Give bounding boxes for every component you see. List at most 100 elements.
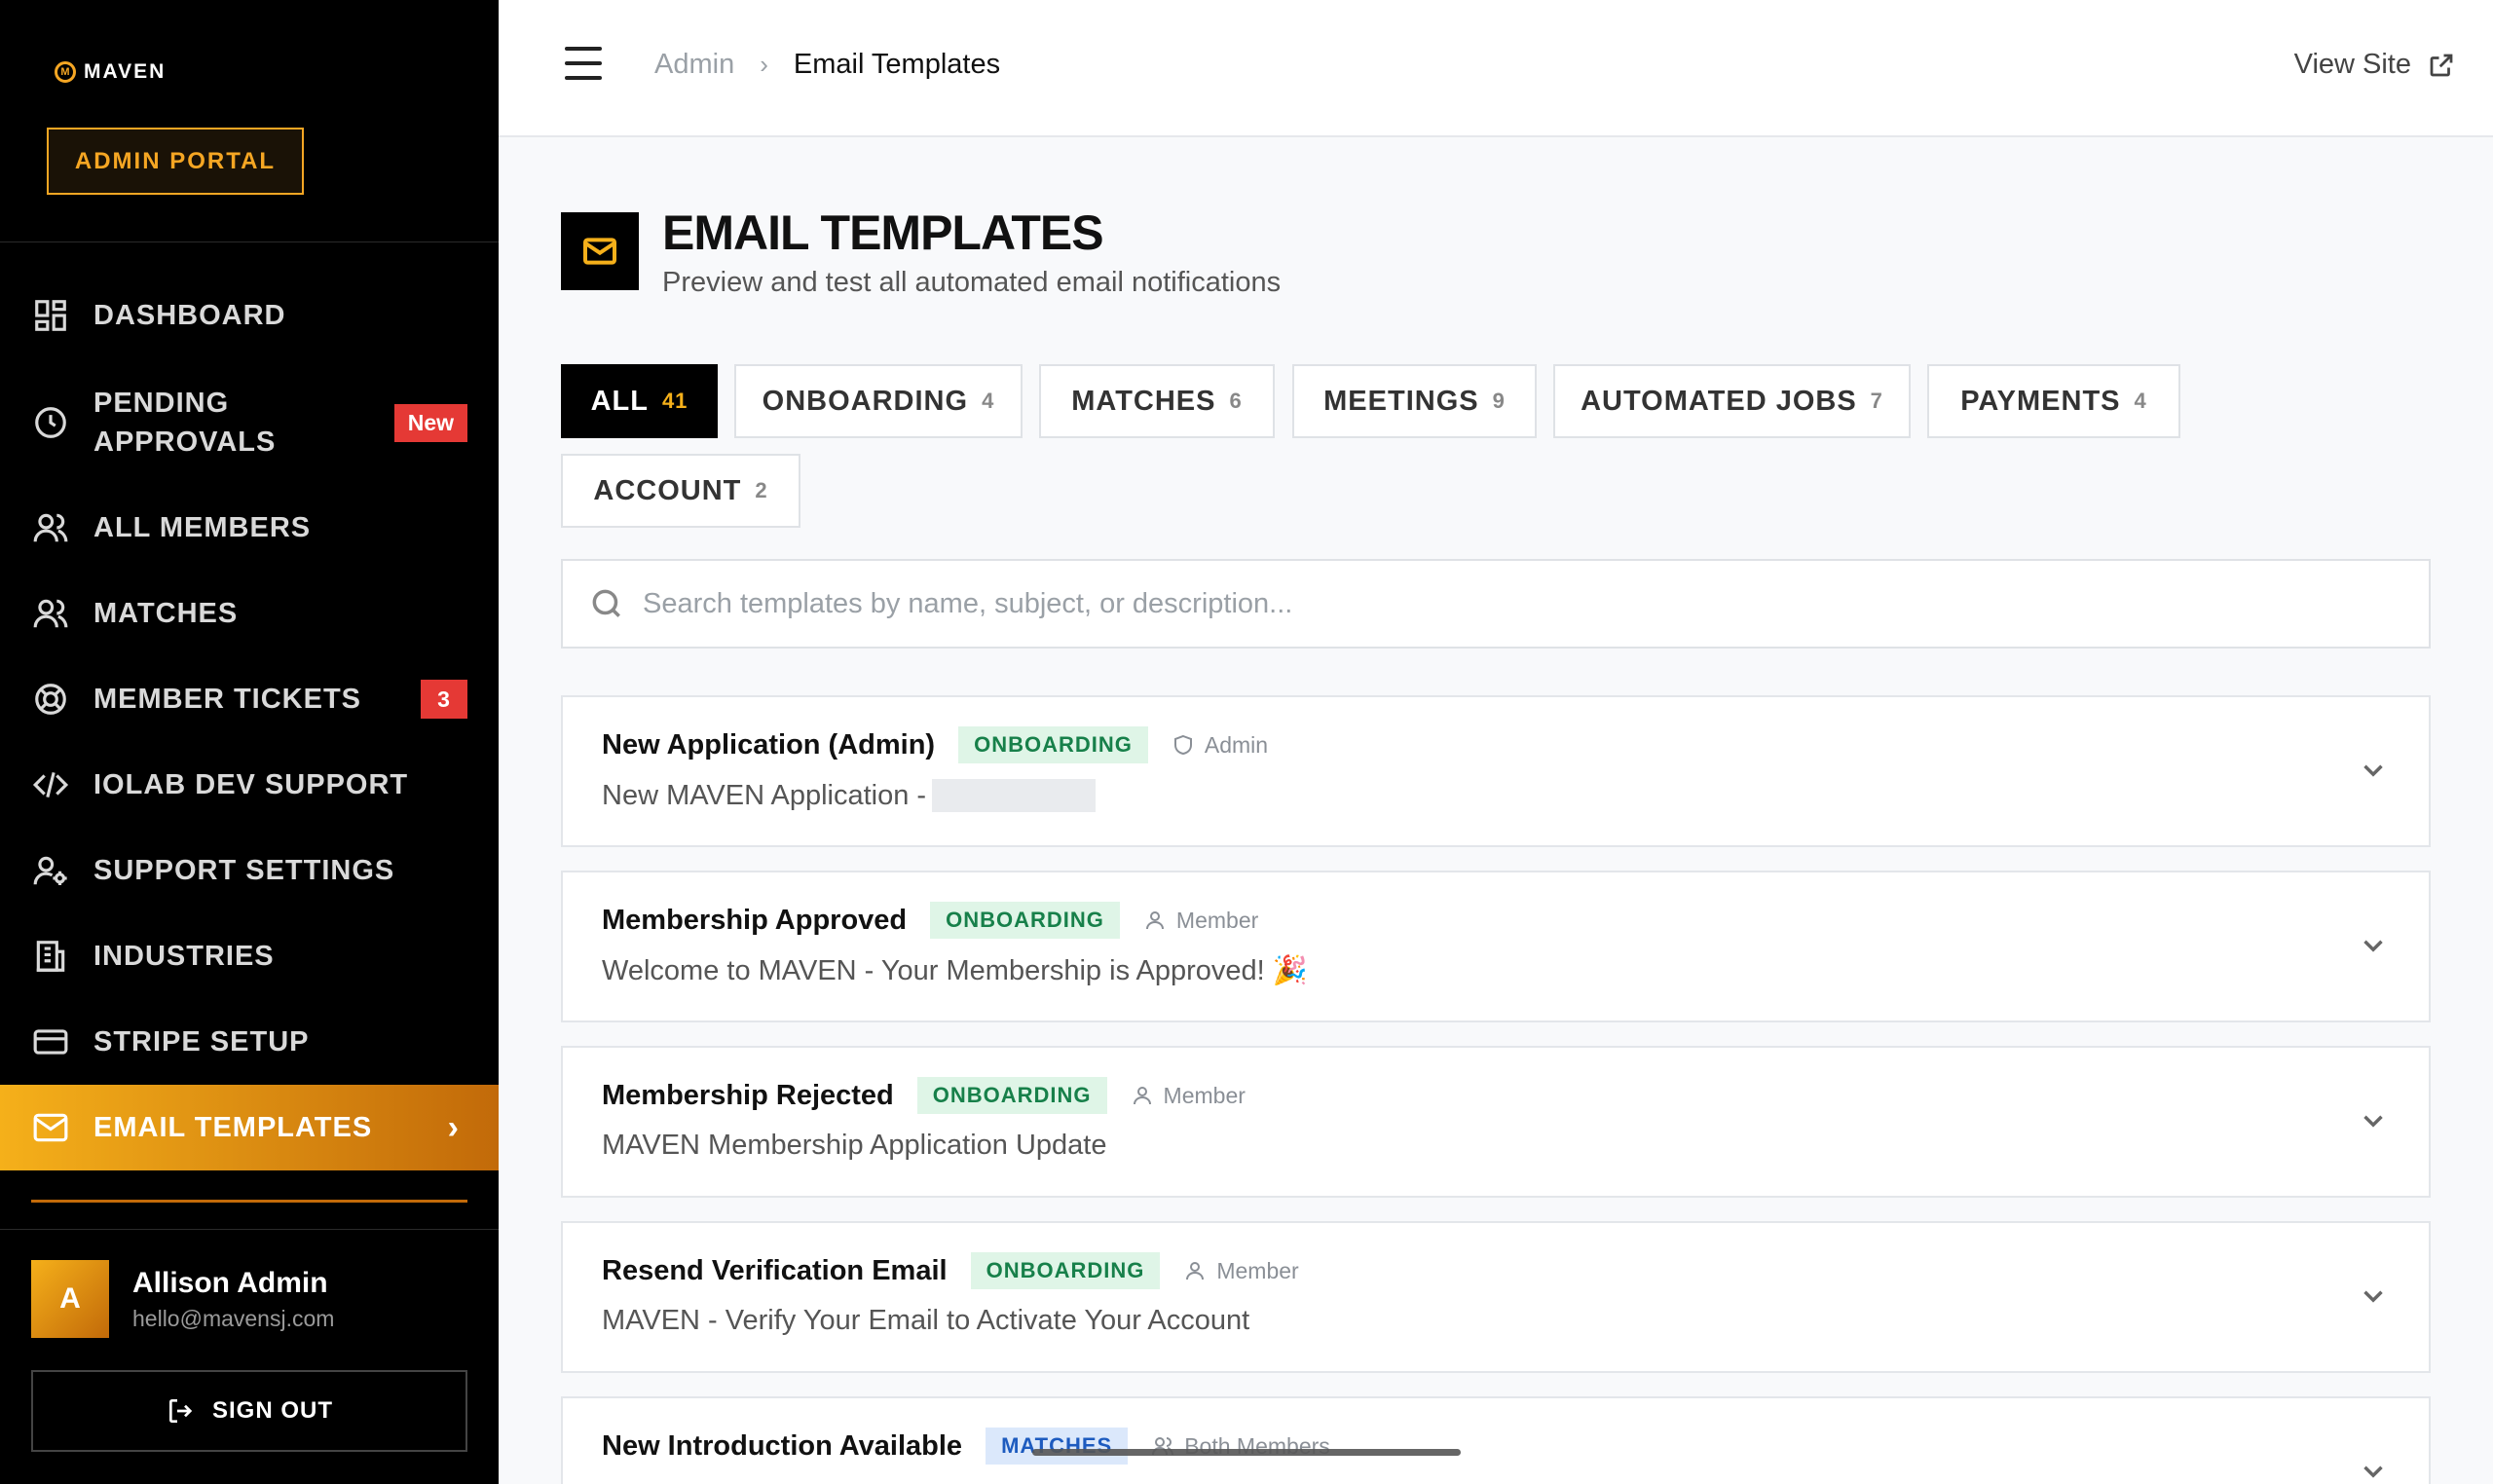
chevron-right-icon: › bbox=[760, 50, 768, 79]
sidebar-item-matches[interactable]: MATCHES bbox=[0, 594, 499, 633]
template-card[interactable]: New Introduction Available MATCHES Both … bbox=[561, 1396, 2431, 1484]
menu-toggle-button[interactable] bbox=[565, 47, 604, 80]
lifebuoy-icon bbox=[31, 680, 70, 719]
audience-label: Admin bbox=[1172, 732, 1268, 759]
redacted-name-placeholder bbox=[932, 779, 1097, 812]
expand-chevron-icon[interactable] bbox=[2357, 1280, 2390, 1313]
audience-label: Member bbox=[1183, 1257, 1299, 1284]
category-badge: ONBOARDING bbox=[958, 726, 1148, 763]
sidebar-item-dashboard[interactable]: DASHBOARD bbox=[0, 296, 499, 335]
search-bar bbox=[561, 559, 2431, 649]
sidebar-item-stripe-setup[interactable]: STRIPE SETUP bbox=[0, 1022, 499, 1061]
page-subtitle: Preview and test all automated email not… bbox=[662, 267, 1282, 298]
sign-out-button[interactable]: SIGN OUT bbox=[31, 1370, 467, 1452]
expand-chevron-icon[interactable] bbox=[2357, 929, 2390, 962]
tab-label: MATCHES bbox=[1071, 385, 1216, 417]
sidebar-divider bbox=[0, 241, 499, 242]
tab-count: 41 bbox=[661, 389, 688, 413]
template-name: New Introduction Available bbox=[602, 1429, 963, 1462]
user-gear-icon bbox=[31, 851, 70, 890]
expand-chevron-icon[interactable] bbox=[2357, 1455, 2390, 1484]
sidebar-item-iolab-dev-support[interactable]: IOLAB DEV SUPPORT bbox=[0, 765, 499, 804]
sidebar-item-email-templates[interactable]: EMAIL TEMPLATES › bbox=[0, 1085, 499, 1170]
audience-label: Member bbox=[1131, 1083, 1246, 1109]
maven-logo-icon: M bbox=[55, 61, 76, 83]
tab-all[interactable]: ALL 41 bbox=[561, 364, 718, 438]
avatar: A bbox=[31, 1260, 109, 1338]
sidebar-item-label: MATCHES bbox=[93, 598, 239, 629]
sidebar-item-label: PENDING bbox=[93, 388, 230, 419]
code-icon bbox=[31, 765, 70, 804]
sidebar-item-member-tickets[interactable]: MEMBER TICKETS 3 bbox=[0, 680, 499, 719]
tab-payments[interactable]: PAYMENTS 4 bbox=[1927, 364, 2180, 438]
audience-text: Member bbox=[1163, 1082, 1246, 1108]
sign-out-label: SIGN OUT bbox=[211, 1397, 333, 1424]
category-badge: ONBOARDING bbox=[930, 902, 1120, 939]
user-name: Allison Admin bbox=[132, 1266, 328, 1299]
search-icon bbox=[592, 589, 620, 617]
sidebar-item-label: ALL MEMBERS bbox=[93, 512, 312, 543]
template-card[interactable]: Membership Rejected ONBOARDING Member MA… bbox=[561, 1046, 2431, 1198]
tab-label: MEETINGS bbox=[1323, 385, 1479, 417]
sidebar-divider bbox=[0, 1229, 499, 1230]
users-icon bbox=[31, 508, 70, 547]
tab-label: PAYMENTS bbox=[1960, 385, 2121, 417]
expand-chevron-icon[interactable] bbox=[2357, 754, 2390, 787]
template-name: New Application (Admin) bbox=[602, 728, 936, 761]
sidebar-item-label-line2: APPROVALS bbox=[93, 427, 277, 458]
new-badge: New bbox=[393, 403, 467, 442]
sidebar-item-label: MEMBER TICKETS bbox=[93, 684, 361, 715]
template-card[interactable]: Resend Verification Email ONBOARDING Mem… bbox=[561, 1221, 2431, 1373]
user-profile[interactable]: A Allison Admin hello@mavensj.com bbox=[31, 1260, 334, 1338]
mail-icon bbox=[31, 1108, 70, 1147]
breadcrumb: Admin › Email Templates bbox=[654, 49, 1000, 81]
tab-count: 2 bbox=[755, 478, 768, 502]
chevron-right-icon: › bbox=[447, 1108, 460, 1146]
tab-label: ALL bbox=[590, 385, 649, 417]
sidebar-item-label: STRIPE SETUP bbox=[93, 1026, 310, 1057]
tab-count: 4 bbox=[2134, 389, 2147, 413]
sidebar-item-label: DASHBOARD bbox=[93, 300, 286, 331]
category-badge: MATCHES bbox=[986, 1428, 1129, 1465]
brand-logo[interactable]: M MAVEN bbox=[55, 60, 166, 84]
building-icon bbox=[31, 937, 70, 976]
search-input[interactable] bbox=[643, 587, 2298, 620]
breadcrumb-admin-link[interactable]: Admin bbox=[654, 49, 734, 81]
page-mail-icon bbox=[561, 212, 639, 290]
sidebar: M MAVEN ADMIN PORTAL DASHBOARD PENDING A… bbox=[0, 0, 499, 1484]
user-icon bbox=[1133, 1087, 1151, 1105]
sidebar-item-label: EMAIL TEMPLATES bbox=[93, 1112, 373, 1143]
sidebar-item-pending-approvals[interactable]: PENDING APPROVALS New bbox=[0, 384, 499, 462]
tab-count: 6 bbox=[1229, 389, 1243, 413]
template-subject: MAVEN - Verify Your Email to Activate Yo… bbox=[602, 1305, 1250, 1336]
view-site-link[interactable]: View Site bbox=[2294, 49, 2456, 81]
tab-automated-jobs[interactable]: AUTOMATED JOBS 7 bbox=[1553, 364, 1911, 438]
template-card[interactable]: Membership Approved ONBOARDING Member We… bbox=[561, 871, 2431, 1022]
sidebar-item-label: INDUSTRIES bbox=[93, 941, 275, 972]
tab-count: 9 bbox=[1492, 389, 1506, 413]
tab-meetings[interactable]: MEETINGS 9 bbox=[1292, 364, 1537, 438]
clock-icon bbox=[31, 403, 70, 442]
tab-matches[interactable]: MATCHES 6 bbox=[1039, 364, 1275, 438]
sidebar-item-industries[interactable]: INDUSTRIES bbox=[0, 937, 499, 976]
credit-card-icon bbox=[31, 1022, 70, 1061]
audience-text: Member bbox=[1216, 1257, 1299, 1283]
brand-name: MAVEN bbox=[84, 60, 167, 83]
tab-label: ACCOUNT bbox=[593, 474, 742, 506]
sidebar-item-support-settings[interactable]: SUPPORT SETTINGS bbox=[0, 851, 499, 890]
tab-onboarding[interactable]: ONBOARDING 4 bbox=[734, 364, 1023, 438]
template-card[interactable]: New Application (Admin) ONBOARDING Admin… bbox=[561, 695, 2431, 847]
template-subject: Welcome to MAVEN - Your Membership is Ap… bbox=[602, 955, 1308, 986]
admin-portal-badge: ADMIN PORTAL bbox=[47, 128, 304, 195]
breadcrumb-current: Email Templates bbox=[793, 49, 1001, 80]
user-icon bbox=[1145, 911, 1164, 930]
tab-account[interactable]: ACCOUNT 2 bbox=[561, 454, 800, 528]
expand-chevron-icon[interactable] bbox=[2357, 1104, 2390, 1137]
view-site-label: View Site bbox=[2293, 49, 2411, 80]
page-title: EMAIL TEMPLATES bbox=[662, 205, 1104, 260]
scroll-indicator[interactable] bbox=[1032, 1449, 1461, 1456]
user-email: hello@mavensj.com bbox=[132, 1305, 335, 1331]
sidebar-accent-divider bbox=[31, 1200, 467, 1203]
sidebar-item-all-members[interactable]: ALL MEMBERS bbox=[0, 508, 499, 547]
sign-out-icon bbox=[168, 1399, 193, 1423]
